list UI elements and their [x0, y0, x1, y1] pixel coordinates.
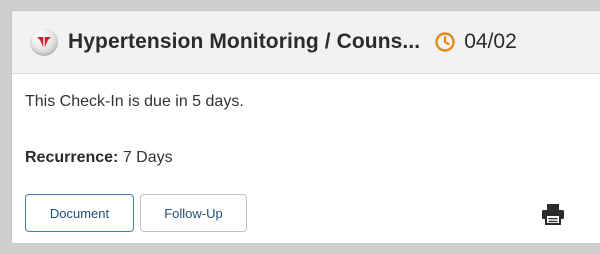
recurrence-value: 7 Days: [122, 149, 173, 166]
due-date: 04/02: [464, 30, 517, 53]
check-in-card: Hypertension Monitoring / Couns... 04/02…: [11, 10, 600, 244]
caduceus-logo-icon: [30, 28, 58, 56]
due-message: This Check-In is due in 5 days.: [25, 93, 244, 110]
card-title: Hypertension Monitoring / Couns...: [68, 30, 421, 53]
recurrence: Recurrence: 7 Days: [25, 149, 173, 167]
card-header: Hypertension Monitoring / Couns... 04/02: [12, 11, 600, 74]
clock-icon: [434, 31, 456, 53]
recurrence-label: Recurrence:: [25, 149, 119, 166]
document-button[interactable]: Document: [25, 194, 134, 232]
print-icon[interactable]: [540, 203, 566, 225]
follow-up-button[interactable]: Follow-Up: [140, 194, 247, 232]
